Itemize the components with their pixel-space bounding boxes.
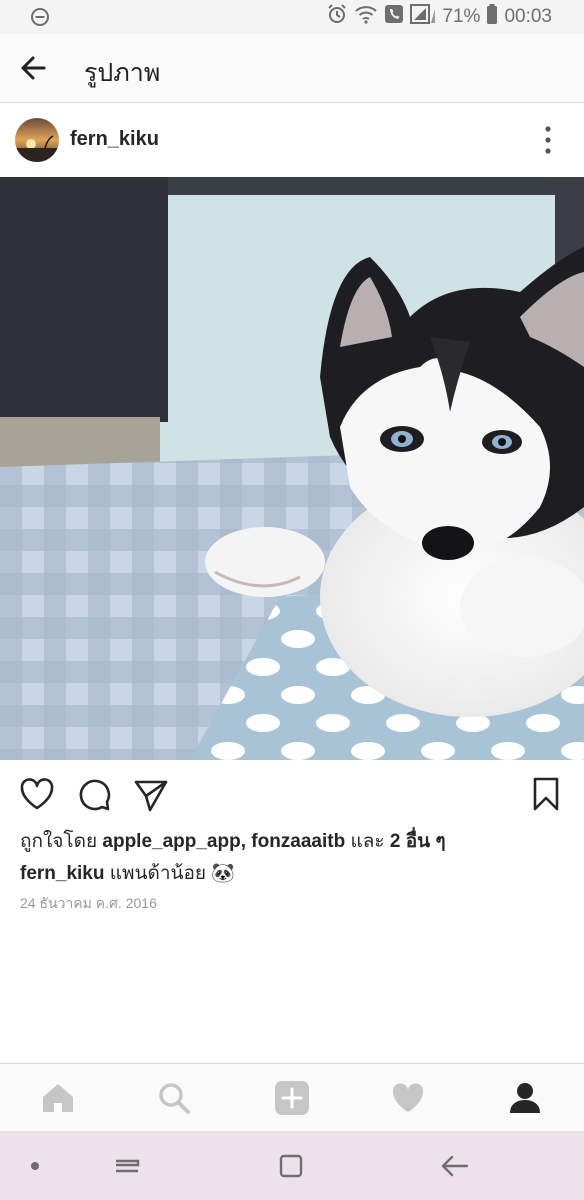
post-photo[interactable] xyxy=(0,177,584,760)
liked-by-users[interactable]: apple_app_app, fonzaaaitb xyxy=(102,831,345,852)
nav-home[interactable] xyxy=(38,1078,78,1118)
back-button[interactable] xyxy=(14,48,54,88)
save-button[interactable] xyxy=(526,774,566,814)
status-indicators: 71% 00:03 xyxy=(326,3,552,31)
system-navigation xyxy=(0,1131,584,1200)
likes-summary: ถูกใจโดย apple_app_app, fonzaaaitb และ 2… xyxy=(20,826,446,856)
search-icon xyxy=(159,1083,190,1114)
screen: 71% 00:03 รูปภาพ fern_kiku ถูกใจโดย appl… xyxy=(0,0,584,1200)
status-bar: 71% 00:03 xyxy=(0,0,584,34)
send-icon xyxy=(134,780,168,812)
more-vertical-icon xyxy=(545,126,551,154)
caption-text: แพนด้าน้อย 🐼 xyxy=(109,863,236,884)
recent-apps-icon xyxy=(116,1159,140,1173)
heart-icon xyxy=(392,1083,424,1112)
post-actions xyxy=(0,768,584,820)
back-arrow-icon xyxy=(21,56,46,80)
post-username[interactable]: fern_kiku xyxy=(70,128,159,151)
home-icon xyxy=(43,1084,73,1112)
nav-activity[interactable] xyxy=(388,1078,428,1118)
battery-percent: 71% xyxy=(442,6,481,27)
system-dot-button[interactable] xyxy=(18,1149,52,1183)
nav-profile[interactable] xyxy=(505,1078,545,1118)
back-icon xyxy=(441,1155,469,1177)
comment-icon xyxy=(79,779,111,811)
system-back-button[interactable] xyxy=(438,1149,472,1183)
bottom-navigation xyxy=(0,1063,584,1132)
share-button[interactable] xyxy=(131,774,171,814)
home-square-icon xyxy=(279,1154,303,1178)
page-title: รูปภาพ xyxy=(84,59,161,87)
battery-icon xyxy=(486,3,498,31)
nav-search[interactable] xyxy=(154,1078,194,1118)
signal-icon xyxy=(410,3,436,31)
clock: 00:03 xyxy=(504,6,552,27)
comment-button[interactable] xyxy=(74,774,114,814)
home-system-button[interactable] xyxy=(274,1149,308,1183)
recent-apps-button[interactable] xyxy=(110,1149,144,1183)
likes-conjunction: และ xyxy=(350,831,385,852)
call-icon xyxy=(384,3,404,31)
heart-outline-icon xyxy=(20,778,54,810)
post-date: 24 ธันวาคม ค.ศ. 2016 xyxy=(20,895,157,911)
more-options-button[interactable] xyxy=(532,123,564,157)
wifi-icon xyxy=(354,3,378,31)
post-header: fern_kiku xyxy=(0,103,584,177)
app-bar: รูปภาพ xyxy=(0,34,584,103)
avatar[interactable] xyxy=(15,118,59,162)
dnd-icon xyxy=(30,7,50,27)
dot-icon xyxy=(31,1162,39,1170)
add-icon xyxy=(275,1081,309,1115)
bookmark-icon xyxy=(533,777,559,811)
caption-username[interactable]: fern_kiku xyxy=(20,863,104,884)
likes-prefix: ถูกใจโดย xyxy=(20,831,98,852)
alarm-icon xyxy=(326,3,348,31)
post-caption: fern_kiku แพนด้าน้อย 🐼 xyxy=(20,858,235,888)
nav-add[interactable] xyxy=(272,1078,312,1118)
liked-by-others[interactable]: 2 อื่น ๆ xyxy=(390,831,446,852)
like-button[interactable] xyxy=(17,774,57,814)
profile-icon xyxy=(510,1083,540,1113)
